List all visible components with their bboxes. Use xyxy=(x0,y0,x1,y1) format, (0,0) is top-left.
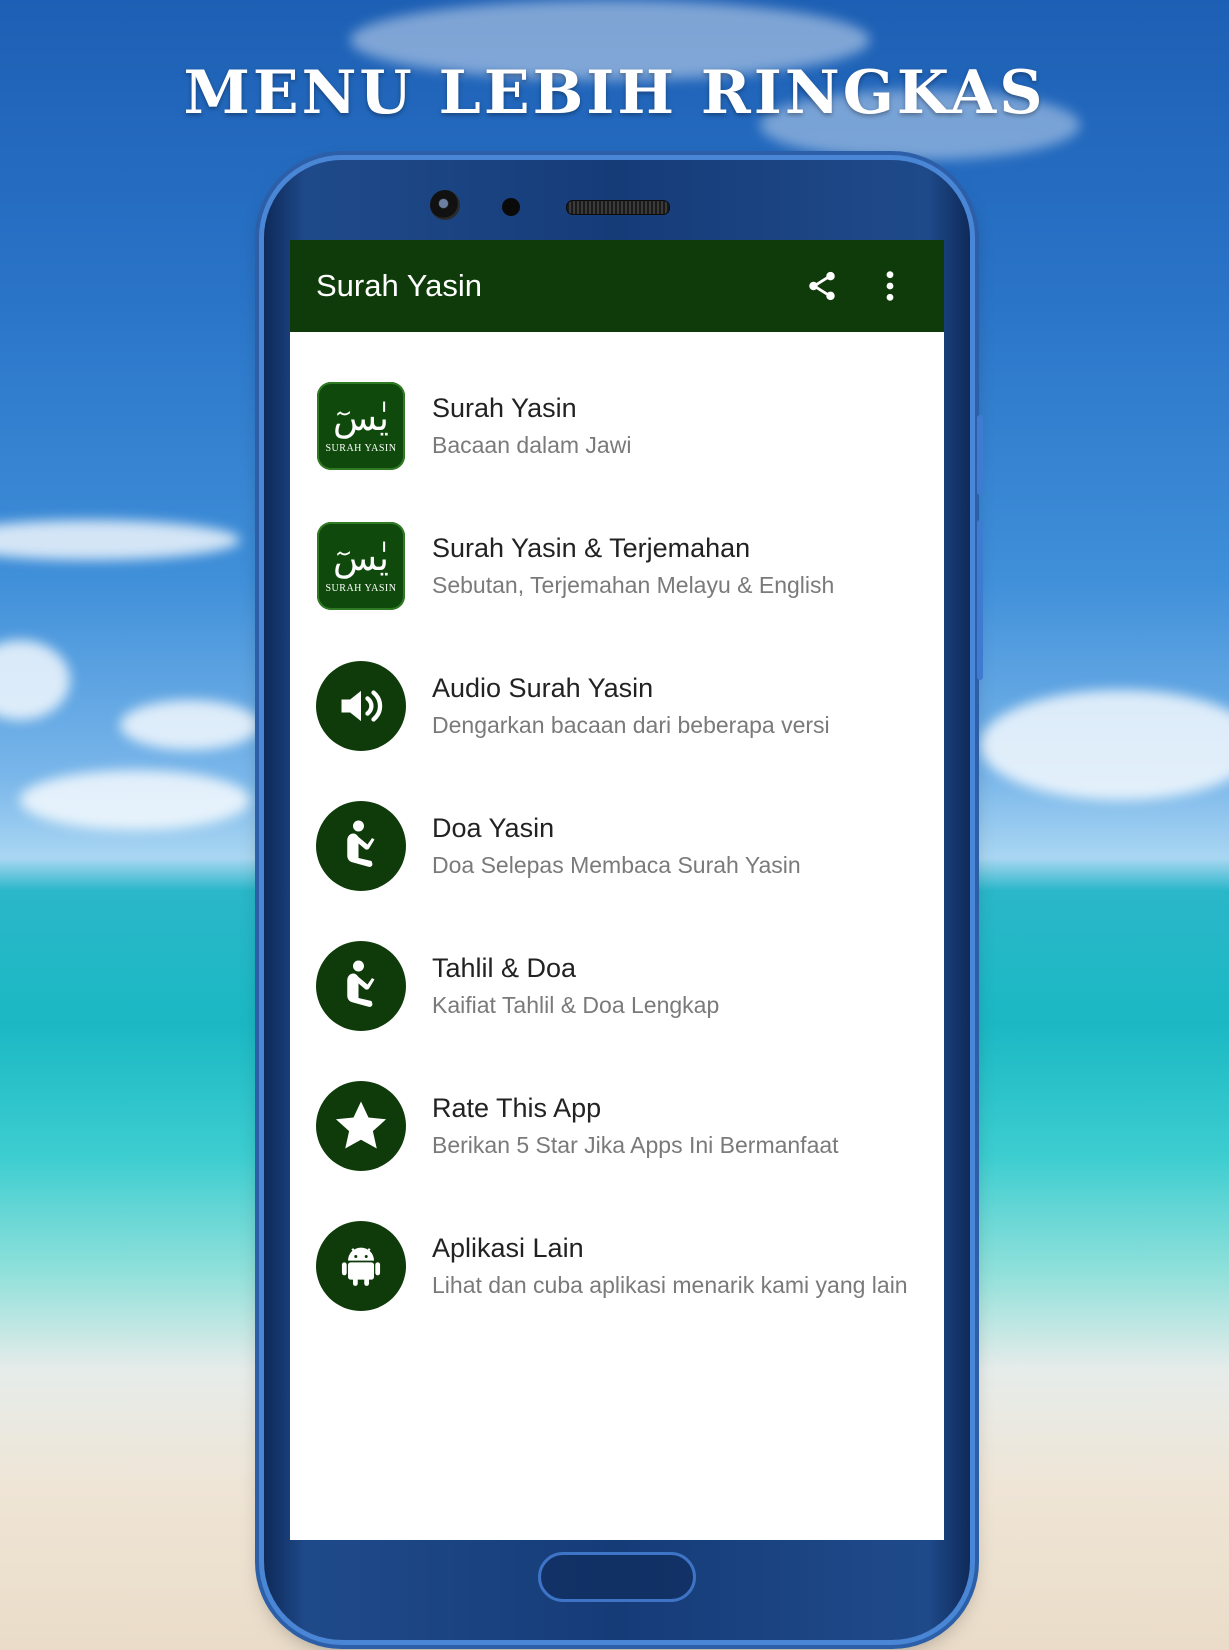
menu-item-subtitle: Doa Selepas Membaca Surah Yasin xyxy=(432,852,801,878)
praying-person-icon xyxy=(316,941,406,1031)
cloud xyxy=(0,520,240,560)
android-icon xyxy=(316,1221,406,1311)
menu-item-subtitle: Bacaan dalam Jawi xyxy=(432,432,632,458)
power-button xyxy=(977,520,983,680)
menu-item-title: Aplikasi Lain xyxy=(432,1233,584,1263)
menu-item-title: Surah Yasin xyxy=(432,393,577,423)
promo-background: MENU LEBIH RINGKAS Surah Yasin يٰسٓ SURA… xyxy=(0,0,1229,1650)
menu-item-yasin-terjemahan[interactable]: يٰسٓ SURAH YASIN Surah Yasin & Terjemaha… xyxy=(290,496,944,636)
menu-item-subtitle: Lihat dan cuba aplikasi menarik kami yan… xyxy=(432,1272,908,1298)
yasin-tile-icon: يٰسٓ SURAH YASIN xyxy=(317,382,405,470)
menu-item-title: Surah Yasin & Terjemahan xyxy=(432,533,751,563)
promo-headline: MENU LEBIH RINGKAS xyxy=(183,58,1046,128)
star-icon xyxy=(316,1081,406,1171)
menu-item-tahlil-doa[interactable]: Tahlil & Doa Kaifiat Tahlil & Doa Lengka… xyxy=(290,916,944,1056)
share-icon xyxy=(809,271,835,301)
cloud xyxy=(120,700,260,750)
menu-item-title: Audio Surah Yasin xyxy=(432,673,654,703)
more-vert-icon xyxy=(886,271,894,301)
menu-item-title: Tahlil & Doa xyxy=(432,953,577,983)
menu-item-subtitle: Kaifiat Tahlil & Doa Lengkap xyxy=(432,992,720,1018)
menu-list: يٰسٓ SURAH YASIN Surah Yasin Bacaan dala… xyxy=(290,332,944,1336)
menu-item-subtitle: Sebutan, Terjemahan Melayu & English xyxy=(432,572,835,598)
yasin-tile-icon: يٰسٓ SURAH YASIN xyxy=(317,522,405,610)
cloud xyxy=(20,770,250,830)
phone-frame: Surah Yasin يٰسٓ SURAH YASIN Surah Yasin… xyxy=(264,160,983,1640)
menu-item-subtitle: Dengarkan bacaan dari beberapa versi xyxy=(432,712,830,738)
menu-item-other-apps[interactable]: Aplikasi Lain Lihat dan cuba aplikasi me… xyxy=(290,1196,944,1336)
proximity-sensor xyxy=(502,198,520,216)
app-title: Surah Yasin xyxy=(316,268,483,303)
app-toolbar: Surah Yasin xyxy=(290,240,944,332)
menu-item-surah-yasin[interactable]: يٰسٓ SURAH YASIN Surah Yasin Bacaan dala… xyxy=(290,356,944,496)
menu-item-title: Doa Yasin xyxy=(432,813,555,843)
cloud xyxy=(0,640,70,720)
overflow-menu-button[interactable] xyxy=(862,258,918,314)
menu-item-title: Rate This App xyxy=(432,1093,602,1123)
app-screen: Surah Yasin يٰسٓ SURAH YASIN Surah Yasin… xyxy=(290,240,944,1540)
speaker-icon xyxy=(316,661,406,751)
front-camera xyxy=(430,190,460,220)
earpiece-speaker xyxy=(566,200,670,215)
menu-item-doa-yasin[interactable]: Doa Yasin Doa Selepas Membaca Surah Yasi… xyxy=(290,776,944,916)
volume-button xyxy=(977,415,983,495)
share-button[interactable] xyxy=(794,258,850,314)
menu-item-subtitle: Berikan 5 Star Jika Apps Ini Bermanfaat xyxy=(432,1132,839,1158)
menu-item-rate-app[interactable]: Rate This App Berikan 5 Star Jika Apps I… xyxy=(290,1056,944,1196)
home-button[interactable] xyxy=(538,1552,696,1602)
menu-item-audio[interactable]: Audio Surah Yasin Dengarkan bacaan dari … xyxy=(290,636,944,776)
cloud xyxy=(980,690,1229,800)
praying-person-icon xyxy=(316,801,406,891)
